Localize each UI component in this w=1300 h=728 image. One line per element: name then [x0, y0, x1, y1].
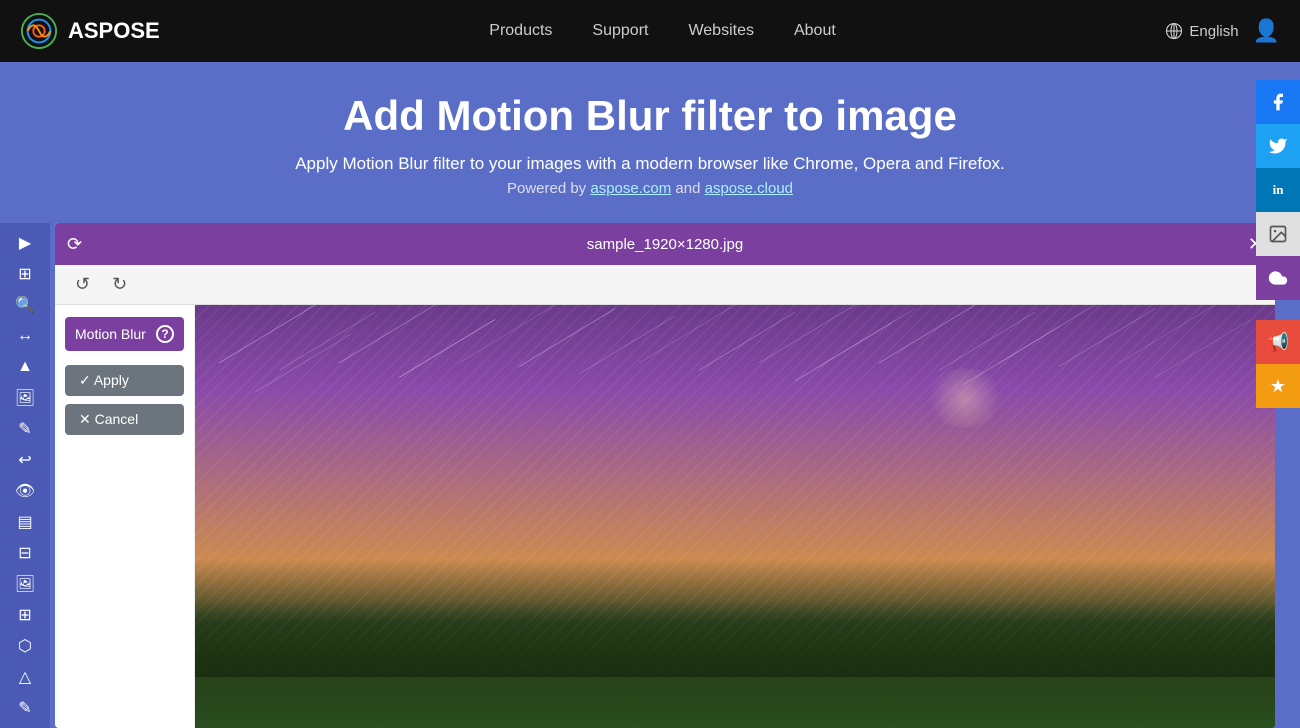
- page-subtitle: Apply Motion Blur filter to your images …: [20, 154, 1280, 174]
- nav-websites[interactable]: Websites: [688, 22, 754, 39]
- toolbar-grid2[interactable]: ⊞: [6, 600, 44, 629]
- image-area: [195, 305, 1275, 728]
- cloud-button[interactable]: [1256, 256, 1300, 300]
- toolbar-zoom[interactable]: 🔍: [6, 291, 44, 320]
- main-area: ▶ ⊞ 🔍 ↔ ▲ 🖼 ✎ ↩ 👁 ▤ ⊟ 🖼 ⊞ ⬡ △ ✎ ⟳ sample…: [0, 223, 1300, 728]
- social-sidebar: in 📢 ★: [1256, 80, 1300, 408]
- toolbar-rotate[interactable]: ↩: [6, 446, 44, 475]
- titlebar-left-icon[interactable]: ⟳: [67, 234, 82, 255]
- filter-title: Motion Blur: [75, 326, 146, 342]
- left-toolbar: ▶ ⊞ 🔍 ↔ ▲ 🖼 ✎ ↩ 👁 ▤ ⊟ 🖼 ⊞ ⬡ △ ✎: [0, 223, 50, 728]
- brand-name: ASPOSE: [68, 18, 160, 44]
- undo-button[interactable]: ↺: [69, 272, 96, 297]
- filter-panel: Motion Blur ? ✓ Apply ✕ Cancel: [55, 305, 195, 728]
- image-share-icon: [1268, 224, 1288, 244]
- twitter-icon: [1268, 136, 1288, 156]
- page-header: Add Motion Blur filter to image Apply Mo…: [0, 62, 1300, 223]
- editor-toolbar: ↺ ↻: [55, 265, 1275, 305]
- star-icon: ★: [1270, 376, 1286, 397]
- logo[interactable]: ASPOSE: [20, 12, 160, 50]
- image-share-button[interactable]: [1256, 212, 1300, 256]
- language-label: English: [1189, 23, 1238, 40]
- filter-title-bar[interactable]: Motion Blur ?: [65, 317, 184, 351]
- toolbar-resize[interactable]: ↔: [6, 322, 44, 351]
- twitter-button[interactable]: [1256, 124, 1300, 168]
- toolbar-list[interactable]: ▤: [6, 507, 44, 536]
- redo-button[interactable]: ↻: [106, 272, 133, 297]
- toolbar-subtract[interactable]: ⊟: [6, 538, 44, 567]
- cloud-icon: [1268, 268, 1288, 288]
- facebook-button[interactable]: [1256, 80, 1300, 124]
- editor-container: ⟳ sample_1920×1280.jpg ✕ ↺ ↻ Motion Blur…: [55, 223, 1275, 728]
- powered-by: Powered by aspose.com and aspose.cloud: [20, 180, 1280, 197]
- help-icon[interactable]: ?: [156, 325, 174, 343]
- toolbar-draw[interactable]: ✎: [6, 415, 44, 444]
- logo-icon: [20, 12, 58, 50]
- linkedin-icon: in: [1273, 182, 1284, 198]
- toolbar-edit2[interactable]: ✎: [6, 693, 44, 722]
- nav-products[interactable]: Products: [489, 22, 552, 39]
- toolbar-shape[interactable]: ⬡: [6, 631, 44, 660]
- editor-content: Motion Blur ? ✓ Apply ✕ Cancel: [55, 305, 1275, 728]
- water-reflection: [195, 677, 1275, 728]
- nav-right: English 👤: [1165, 18, 1280, 44]
- nav-support[interactable]: Support: [592, 22, 648, 39]
- editor-filename: sample_1920×1280.jpg: [587, 236, 743, 253]
- announce-icon: 📢: [1267, 332, 1289, 353]
- cancel-button[interactable]: ✕ Cancel: [65, 404, 184, 435]
- toolbar-landscape[interactable]: ▲: [6, 353, 44, 382]
- nav-links: Products Support Websites About: [489, 22, 836, 40]
- toolbar-view[interactable]: 👁: [6, 477, 44, 506]
- star-button[interactable]: ★: [1256, 364, 1300, 408]
- navbar: ASPOSE Products Support Websites About E…: [0, 0, 1300, 62]
- nav-about[interactable]: About: [794, 22, 836, 39]
- toolbar-grid[interactable]: ⊞: [6, 260, 44, 289]
- star-trails-svg: [195, 305, 1275, 559]
- apply-button[interactable]: ✓ Apply: [65, 365, 184, 396]
- user-icon[interactable]: 👤: [1253, 18, 1280, 44]
- linkedin-button[interactable]: in: [1256, 168, 1300, 212]
- preview-image: [195, 305, 1275, 728]
- language-button[interactable]: English: [1165, 22, 1238, 40]
- announce-button[interactable]: 📢: [1256, 320, 1300, 364]
- page-title: Add Motion Blur filter to image: [20, 92, 1280, 140]
- toolbar-image2[interactable]: 🖼: [6, 569, 44, 598]
- globe-icon: [1165, 22, 1183, 40]
- editor-titlebar: ⟳ sample_1920×1280.jpg ✕: [55, 223, 1275, 265]
- aspose-com-link[interactable]: aspose.com: [590, 180, 671, 197]
- toolbar-frame[interactable]: 🖼: [6, 384, 44, 413]
- toolbar-play[interactable]: ▶: [6, 229, 44, 258]
- aspose-cloud-link[interactable]: aspose.cloud: [705, 180, 793, 197]
- facebook-icon: [1268, 92, 1288, 112]
